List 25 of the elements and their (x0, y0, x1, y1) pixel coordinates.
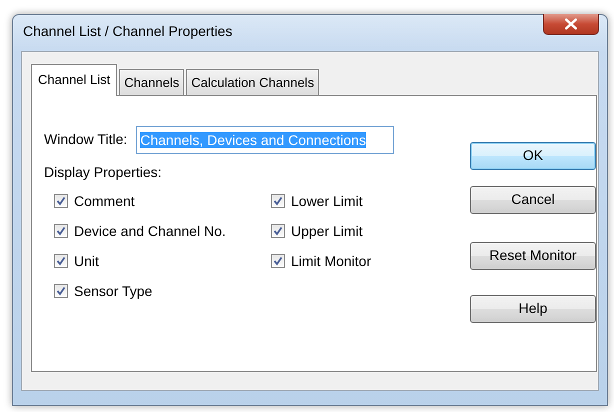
dialog-button[interactable]: Help (470, 294, 596, 322)
checkbox[interactable] (54, 224, 68, 238)
tab[interactable]: Channels (119, 69, 184, 94)
checkbox-label: Limit Monitor (291, 252, 372, 270)
checkbox-label: Lower Limit (291, 192, 363, 210)
checkbox[interactable] (54, 194, 68, 208)
checkbox[interactable] (271, 194, 285, 208)
field-label: Window Title: (44, 130, 128, 149)
dialog-button[interactable]: Reset Monitor (470, 242, 596, 270)
checkbox[interactable] (271, 254, 285, 268)
section-label: Display Properties: (44, 162, 162, 182)
tab[interactable]: Calculation Channels (186, 69, 320, 94)
checkbox-label: Sensor Type (74, 282, 152, 301)
checkbox-label: Device and Channel No. (74, 222, 226, 240)
close-icon[interactable] (543, 14, 599, 35)
checkbox[interactable] (271, 224, 285, 238)
checkbox-label: Unit (74, 252, 99, 270)
checkbox[interactable] (54, 284, 68, 298)
tab[interactable]: Channel List (31, 64, 118, 96)
checkbox-label: Comment (74, 192, 135, 210)
dialog-button[interactable]: Cancel (470, 186, 596, 214)
checkbox[interactable] (54, 254, 68, 268)
dialog-button[interactable]: OK (470, 142, 596, 170)
checkbox-label: Upper Limit (291, 222, 363, 241)
window-title: Channel List / Channel Properties (22, 22, 232, 41)
